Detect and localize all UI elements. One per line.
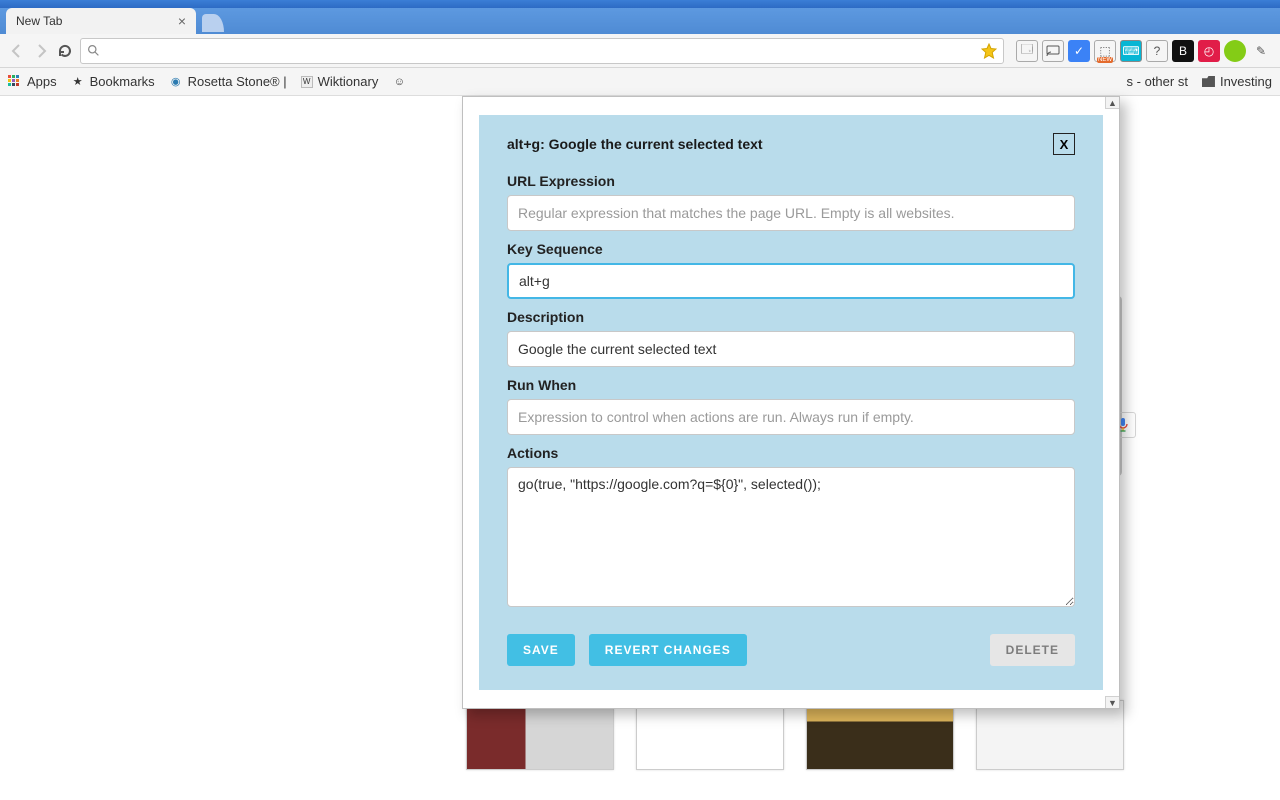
bookmark-label: Bookmarks: [90, 74, 155, 89]
apps-button[interactable]: Apps: [8, 74, 57, 89]
omnibox[interactable]: [106, 43, 971, 58]
site-thumbnail[interactable]: [976, 700, 1124, 770]
actions-textarea[interactable]: [507, 467, 1075, 607]
folder-icon: [1202, 76, 1215, 87]
favicon: ☺: [392, 75, 406, 89]
bookmark-label: Investing: [1220, 74, 1272, 89]
eyedropper-icon[interactable]: ✎: [1250, 40, 1272, 62]
bookmarks-bar: Apps ★ Bookmarks ◉ Rosetta Stone® | W Wi…: [0, 68, 1280, 96]
description-input[interactable]: [507, 331, 1075, 367]
run-when-input[interactable]: [507, 399, 1075, 435]
forward-button[interactable]: [32, 42, 50, 60]
key-sequence-input[interactable]: [507, 263, 1075, 299]
bookmark-item[interactable]: ★ Bookmarks: [71, 74, 155, 89]
window-titlebar: [0, 0, 1280, 8]
bookmark-item[interactable]: s - other st: [1127, 74, 1188, 89]
label-url-expression: URL Expression: [507, 173, 1075, 189]
label-key-sequence: Key Sequence: [507, 241, 1075, 257]
extension-icon-active[interactable]: ⌨: [1120, 40, 1142, 62]
bookmark-item[interactable]: ☺: [392, 75, 406, 89]
bookmark-label: s - other st: [1127, 74, 1188, 89]
bookmark-label: Rosetta Stone® |: [188, 74, 287, 89]
extension-icons: 🗔 ✓ ⬚ ⌨ ? B ◴ ✎: [1016, 40, 1272, 62]
extension-icon[interactable]: B: [1172, 40, 1194, 62]
back-button[interactable]: [8, 42, 26, 60]
tab-strip: New Tab ×: [0, 8, 1280, 34]
apps-icon: [8, 75, 22, 89]
most-visited-thumbnails: [466, 700, 1124, 770]
label-description: Description: [507, 309, 1075, 325]
page-content: ▲ ▼ alt+g: Google the current selected t…: [0, 96, 1280, 800]
bookmark-item[interactable]: W Wiktionary: [301, 74, 379, 89]
extension-icon[interactable]: ◴: [1198, 40, 1220, 62]
extension-icon[interactable]: ?: [1146, 40, 1168, 62]
site-thumbnail[interactable]: [466, 700, 614, 770]
url-expression-input[interactable]: [507, 195, 1075, 231]
close-button[interactable]: X: [1053, 133, 1075, 155]
toolbar: 🗔 ✓ ⬚ ⌨ ? B ◴ ✎: [0, 34, 1280, 68]
label-actions: Actions: [507, 445, 1075, 461]
button-row: SAVE REVERT CHANGES DELETE: [507, 634, 1075, 666]
popup-title: alt+g: Google the current selected text: [507, 136, 763, 152]
search-icon: [87, 44, 100, 57]
label-run-when: Run When: [507, 377, 1075, 393]
bookmark-label: Wiktionary: [318, 74, 379, 89]
extension-icon[interactable]: [1224, 40, 1246, 62]
delete-button[interactable]: DELETE: [990, 634, 1075, 666]
extension-icon[interactable]: 🗔: [1016, 40, 1038, 62]
scroll-down-button[interactable]: ▼: [1105, 696, 1119, 708]
close-icon[interactable]: ×: [178, 13, 186, 29]
browser-tab[interactable]: New Tab ×: [6, 8, 196, 34]
extension-icon[interactable]: ✓: [1068, 40, 1090, 62]
bookmark-star-icon[interactable]: [981, 43, 997, 59]
favicon: W: [301, 76, 313, 88]
scroll-up-button[interactable]: ▲: [1105, 97, 1119, 109]
revert-button[interactable]: REVERT CHANGES: [589, 634, 747, 666]
apps-label: Apps: [27, 74, 57, 89]
extension-icon[interactable]: ⬚: [1094, 40, 1116, 62]
tab-title: New Tab: [16, 14, 62, 28]
site-thumbnail[interactable]: [636, 700, 784, 770]
new-tab-button[interactable]: [202, 14, 224, 32]
bookmark-item[interactable]: ◉ Rosetta Stone® |: [169, 74, 287, 89]
favicon: ◉: [169, 75, 183, 89]
cast-icon[interactable]: [1042, 40, 1064, 62]
bookmark-folder[interactable]: Investing: [1202, 74, 1272, 89]
site-thumbnail[interactable]: [806, 700, 954, 770]
star-icon: ★: [71, 75, 85, 89]
reload-button[interactable]: [56, 42, 74, 60]
extension-popup: ▲ ▼ alt+g: Google the current selected t…: [462, 96, 1120, 709]
omnibox-container[interactable]: [80, 38, 1004, 64]
save-button[interactable]: SAVE: [507, 634, 575, 666]
popup-panel: alt+g: Google the current selected text …: [479, 115, 1103, 690]
